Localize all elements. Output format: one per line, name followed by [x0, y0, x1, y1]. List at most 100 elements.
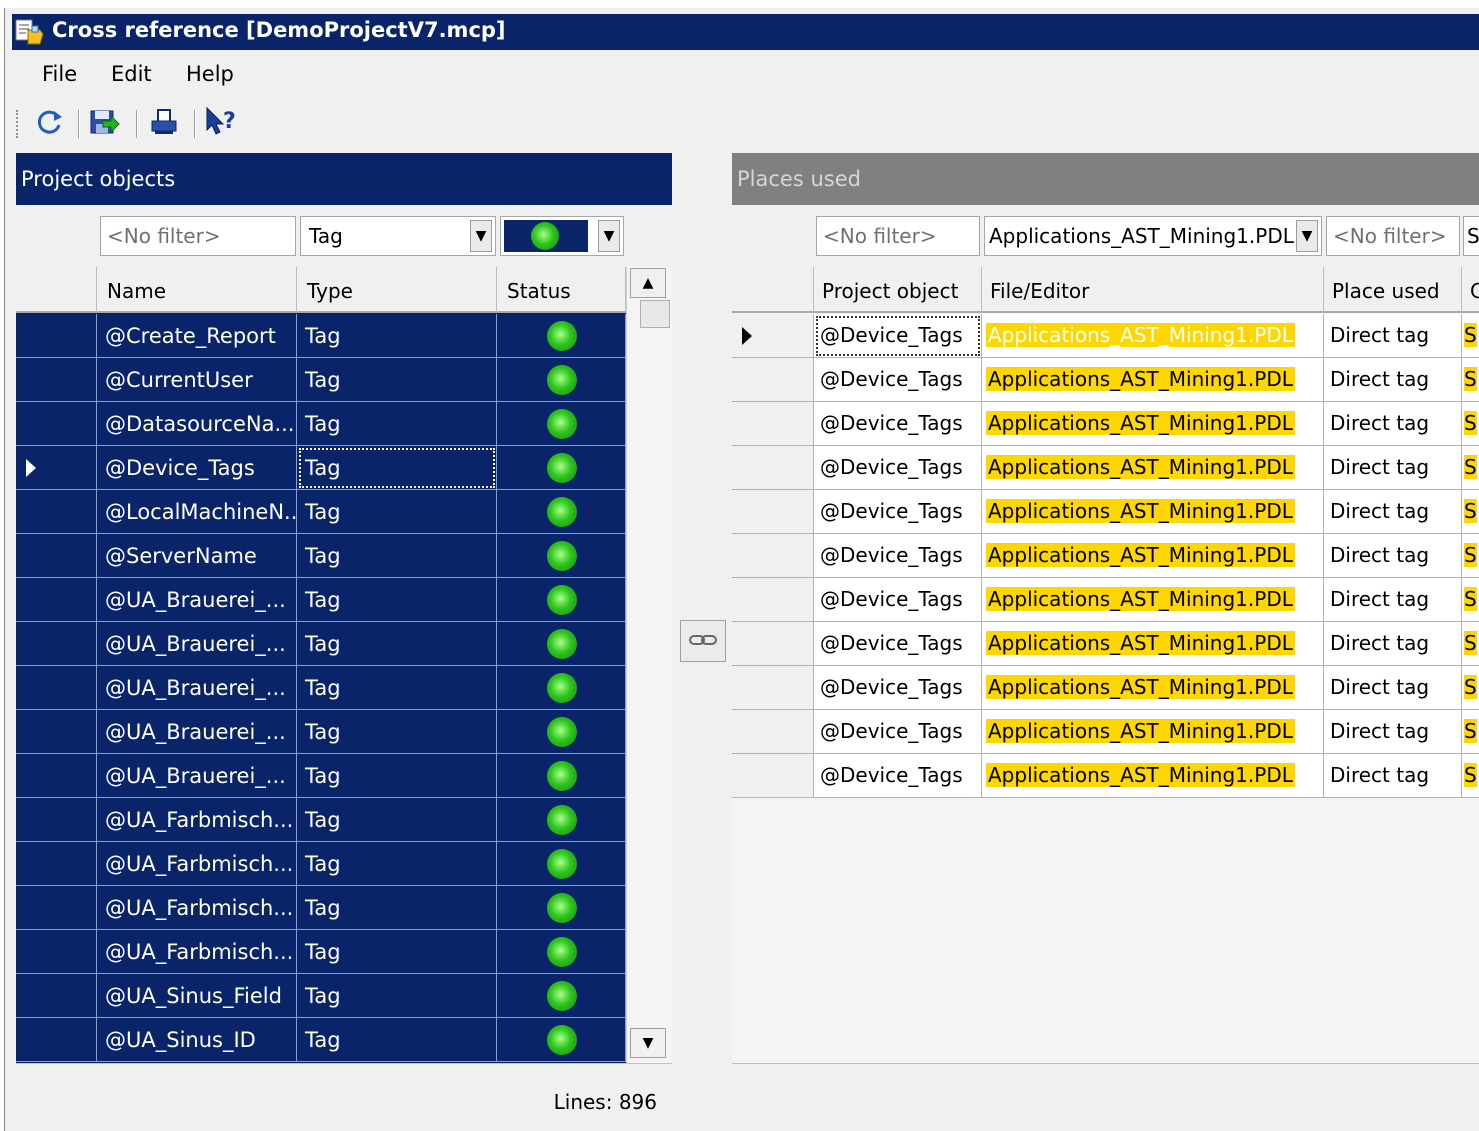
- export-button[interactable]: [88, 106, 122, 142]
- table-row[interactable]: @Device_Tags Applications_AST_Mining1.PDL…: [732, 622, 1479, 666]
- menu-edit[interactable]: Edit: [111, 62, 152, 86]
- row-selector[interactable]: [16, 490, 97, 534]
- cell-project-object[interactable]: @Device_Tags: [814, 578, 982, 622]
- cell-file-editor[interactable]: Applications_AST_Mining1.PDL: [982, 710, 1324, 754]
- left-vertical-scrollbar[interactable]: [626, 267, 672, 1063]
- table-row[interactable]: @Device_Tags Applications_AST_Mining1.PDL…: [732, 710, 1479, 754]
- row-selector[interactable]: [16, 974, 97, 1018]
- cell-next[interactable]: S: [1462, 490, 1479, 534]
- table-row[interactable]: @UA_Sinus_ID Tag: [16, 1018, 626, 1062]
- chevron-down-icon[interactable]: ▼: [1296, 220, 1318, 252]
- cell-place-used[interactable]: Direct tag: [1324, 578, 1462, 622]
- cell-file-editor[interactable]: Applications_AST_Mining1.PDL: [982, 314, 1324, 358]
- cell-file-editor[interactable]: Applications_AST_Mining1.PDL: [982, 754, 1324, 798]
- column-header-place-used[interactable]: Place used: [1324, 267, 1462, 313]
- cell-next[interactable]: S: [1462, 666, 1479, 710]
- name-filter-input[interactable]: <No filter>: [100, 216, 296, 256]
- row-selector[interactable]: [732, 534, 814, 578]
- cell-status[interactable]: [497, 578, 626, 622]
- column-header-project-object[interactable]: Project object: [814, 267, 982, 313]
- cell-status[interactable]: [497, 358, 626, 402]
- cell-status[interactable]: [497, 974, 626, 1018]
- cell-name[interactable]: @UA_Farbmisch...: [97, 930, 297, 974]
- cell-project-object[interactable]: @Device_Tags: [814, 314, 982, 358]
- cell-name[interactable]: @Device_Tags: [97, 446, 297, 490]
- cell-project-object[interactable]: @Device_Tags: [814, 358, 982, 402]
- menu-file[interactable]: File: [42, 62, 77, 86]
- cell-status[interactable]: [497, 490, 626, 534]
- cell-type[interactable]: Tag: [297, 358, 497, 402]
- table-row[interactable]: @Device_Tags Applications_AST_Mining1.PDL…: [732, 666, 1479, 710]
- cell-type[interactable]: Tag: [297, 754, 497, 798]
- table-row[interactable]: @UA_Brauerei_... Tag: [16, 622, 626, 666]
- table-row[interactable]: @ServerName Tag: [16, 534, 626, 578]
- cell-status[interactable]: [497, 446, 626, 490]
- cell-place-used[interactable]: Direct tag: [1324, 358, 1462, 402]
- table-row[interactable]: @UA_Farbmisch... Tag: [16, 886, 626, 930]
- column-header-file-editor[interactable]: File/Editor: [982, 267, 1324, 313]
- table-row[interactable]: @Device_Tags Tag: [16, 446, 626, 490]
- cell-name[interactable]: @UA_Farbmisch...: [97, 798, 297, 842]
- cell-project-object[interactable]: @Device_Tags: [814, 490, 982, 534]
- cell-status[interactable]: [497, 886, 626, 930]
- row-selector[interactable]: [732, 622, 814, 666]
- row-selector[interactable]: [16, 754, 97, 798]
- cell-file-editor[interactable]: Applications_AST_Mining1.PDL: [982, 490, 1324, 534]
- cell-next[interactable]: S: [1462, 754, 1479, 798]
- cell-place-used[interactable]: Direct tag: [1324, 666, 1462, 710]
- cell-type[interactable]: Tag: [297, 578, 497, 622]
- row-selector[interactable]: [16, 1018, 97, 1062]
- toolbar-grip[interactable]: [16, 110, 20, 138]
- cell-status[interactable]: [497, 402, 626, 446]
- cell-name[interactable]: @UA_Farbmisch...: [97, 842, 297, 886]
- table-row[interactable]: @UA_Farbmisch... Tag: [16, 930, 626, 974]
- cell-name[interactable]: @ServerName: [97, 534, 297, 578]
- cell-name[interactable]: @UA_Brauerei_...: [97, 578, 297, 622]
- row-selector[interactable]: [16, 798, 97, 842]
- refresh-button[interactable]: [32, 106, 66, 142]
- row-selector[interactable]: [16, 578, 97, 622]
- cell-place-used[interactable]: Direct tag: [1324, 622, 1462, 666]
- row-selector[interactable]: [16, 930, 97, 974]
- cell-file-editor[interactable]: Applications_AST_Mining1.PDL: [982, 666, 1324, 710]
- print-button[interactable]: [147, 106, 181, 142]
- scroll-thumb[interactable]: [640, 300, 670, 328]
- cell-status[interactable]: [497, 798, 626, 842]
- cell-project-object[interactable]: @Device_Tags: [814, 710, 982, 754]
- cell-type[interactable]: Tag: [297, 974, 497, 1018]
- project-object-filter-input[interactable]: <No filter>: [816, 216, 980, 256]
- scroll-up-button[interactable]: ▲: [630, 268, 666, 298]
- table-row[interactable]: @Device_Tags Applications_AST_Mining1.PDL…: [732, 314, 1479, 358]
- cell-type[interactable]: Tag: [297, 314, 497, 358]
- cell-status[interactable]: [497, 842, 626, 886]
- cell-project-object[interactable]: @Device_Tags: [814, 622, 982, 666]
- cell-next[interactable]: S: [1462, 578, 1479, 622]
- table-row[interactable]: @UA_Farbmisch... Tag: [16, 842, 626, 886]
- cell-file-editor[interactable]: Applications_AST_Mining1.PDL: [982, 578, 1324, 622]
- cell-place-used[interactable]: Direct tag: [1324, 402, 1462, 446]
- cell-type[interactable]: Tag: [297, 710, 497, 754]
- cell-type[interactable]: Tag: [297, 622, 497, 666]
- row-selector[interactable]: [732, 358, 814, 402]
- row-selector[interactable]: [732, 446, 814, 490]
- row-selector[interactable]: [732, 666, 814, 710]
- table-row[interactable]: @UA_Farbmisch... Tag: [16, 798, 626, 842]
- cell-type[interactable]: Tag: [297, 490, 497, 534]
- row-selector[interactable]: [16, 622, 97, 666]
- cell-name[interactable]: @UA_Brauerei_...: [97, 666, 297, 710]
- cell-next[interactable]: S: [1462, 358, 1479, 402]
- cell-name[interactable]: @Create_Report: [97, 314, 297, 358]
- cell-next[interactable]: S: [1462, 314, 1479, 358]
- cell-type[interactable]: Tag: [297, 1018, 497, 1062]
- table-row[interactable]: @UA_Sinus_Field Tag: [16, 974, 626, 1018]
- cell-status[interactable]: [497, 534, 626, 578]
- cell-place-used[interactable]: Direct tag: [1324, 314, 1462, 358]
- table-row[interactable]: @UA_Brauerei_... Tag: [16, 578, 626, 622]
- row-selector[interactable]: [732, 578, 814, 622]
- scroll-down-button[interactable]: ▼: [630, 1028, 666, 1058]
- row-selector[interactable]: [16, 446, 97, 490]
- cell-status[interactable]: [497, 754, 626, 798]
- column-header-next[interactable]: C: [1462, 267, 1479, 313]
- row-selector[interactable]: [16, 314, 97, 358]
- row-selector[interactable]: [732, 754, 814, 798]
